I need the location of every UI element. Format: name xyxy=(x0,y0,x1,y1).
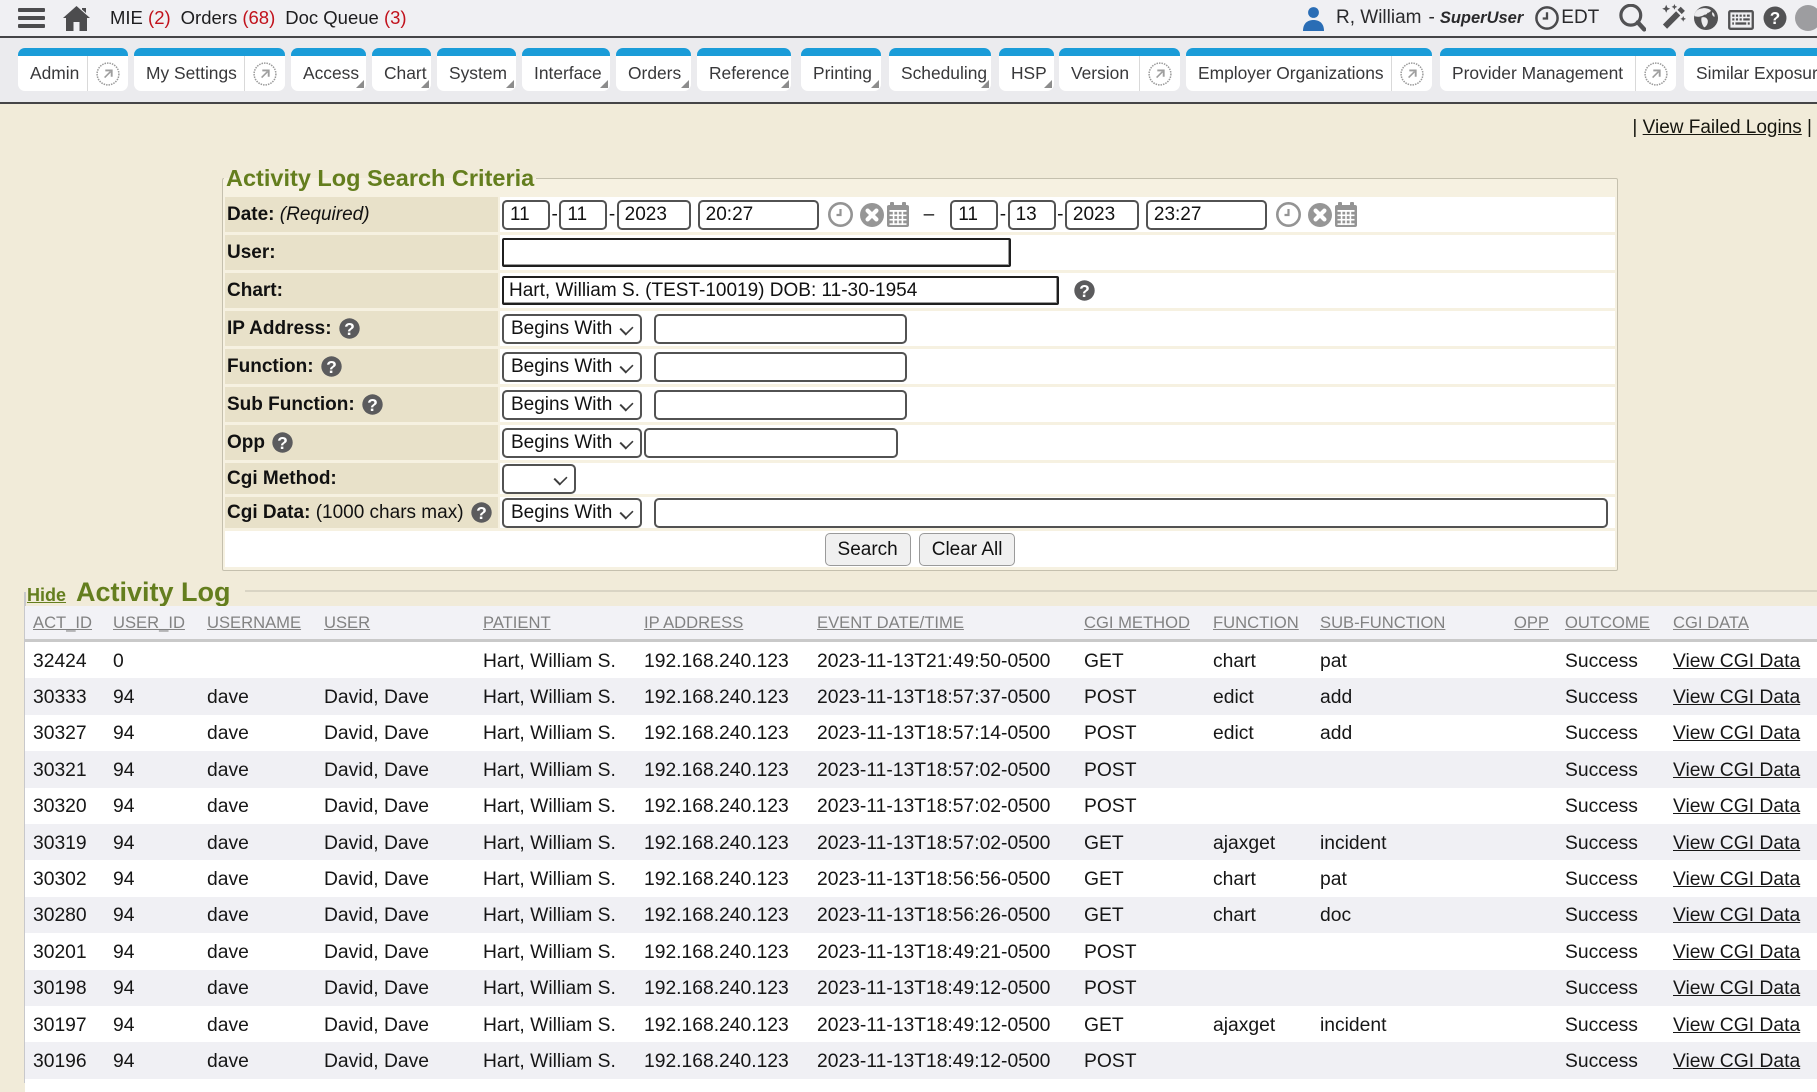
svg-text:?: ? xyxy=(367,395,378,415)
svg-text:?: ? xyxy=(277,433,288,453)
svg-text:?: ? xyxy=(344,319,355,339)
svg-text:?: ? xyxy=(1770,8,1780,28)
svg-text:?: ? xyxy=(326,357,337,377)
svg-text:?: ? xyxy=(476,503,487,523)
svg-text:?: ? xyxy=(1079,281,1090,301)
